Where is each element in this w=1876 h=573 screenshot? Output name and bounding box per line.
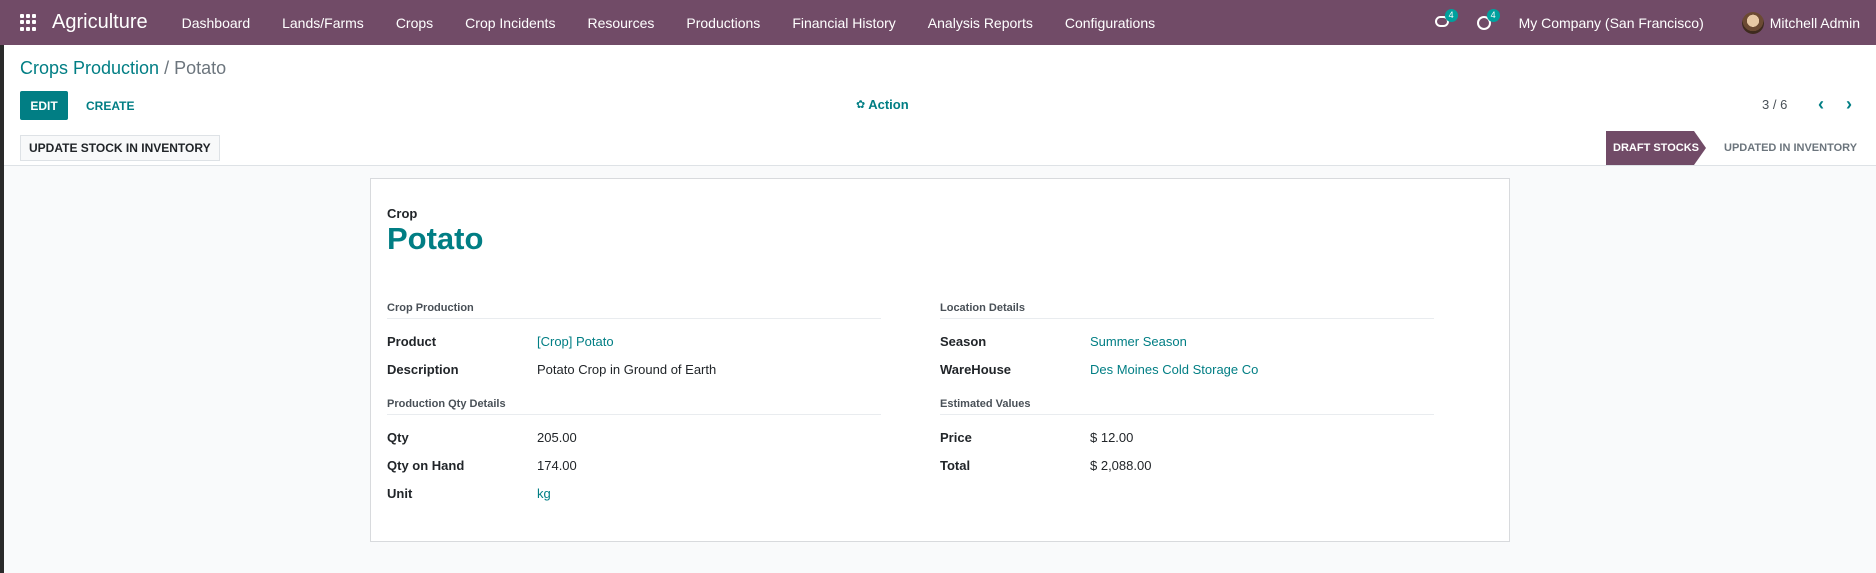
product-label: Product bbox=[387, 333, 437, 349]
description-value: Potato Crop in Ground of Earth bbox=[537, 361, 717, 377]
form-sheet: Crop Potato Crop Production Product [Cro… bbox=[370, 178, 1510, 542]
stage-draft-stocks[interactable]: DRAFT STOCKS bbox=[1606, 131, 1706, 165]
crop-production-heading: Crop Production bbox=[387, 302, 881, 319]
status-bar: UPDATE STOCK IN INVENTORY DRAFT STOCKS U… bbox=[4, 131, 1876, 166]
season-link[interactable]: Summer Season bbox=[1090, 334, 1187, 349]
breadcrumb-parent-link[interactable]: Crops Production bbox=[20, 58, 159, 78]
messages-badge: 4 bbox=[1444, 8, 1458, 22]
location-details-group: Location Details Season Summer Season Wa… bbox=[940, 302, 1434, 383]
action-label: Action bbox=[868, 97, 909, 112]
unit-link[interactable]: kg bbox=[537, 486, 551, 501]
edit-button[interactable]: EDIT bbox=[20, 91, 68, 120]
product-link[interactable]: [Crop] Potato bbox=[537, 334, 614, 349]
company-switcher[interactable]: My Company (San Francisco) bbox=[1519, 15, 1704, 31]
qty-label: Qty bbox=[387, 429, 409, 445]
update-stock-button[interactable]: UPDATE STOCK IN INVENTORY bbox=[20, 135, 220, 161]
top-navbar: Agriculture Dashboard Lands/Farms Crops … bbox=[0, 0, 1876, 45]
menu-item-analysis-reports[interactable]: Analysis Reports bbox=[912, 15, 1049, 31]
description-row: Description Potato Crop in Ground of Ear… bbox=[387, 355, 881, 383]
systray: 4 4 My Company (San Francisco) Mitchell … bbox=[1434, 0, 1876, 45]
price-label: Price bbox=[940, 429, 972, 445]
messages-icon[interactable]: 4 bbox=[1434, 8, 1458, 30]
price-value: $ 12.00 bbox=[1090, 429, 1134, 445]
app-brand[interactable]: Agriculture bbox=[52, 11, 148, 34]
crop-title: Potato bbox=[387, 221, 484, 256]
breadcrumb-separator: / bbox=[164, 58, 170, 78]
product-row: Product [Crop] Potato bbox=[387, 327, 881, 355]
create-button[interactable]: CREATE bbox=[80, 91, 140, 120]
main-menu: Dashboard Lands/Farms Crops Crop Inciden… bbox=[166, 15, 1172, 31]
estimated-values-group: Estimated Values Price $ 12.00 Total $ 2… bbox=[940, 398, 1434, 479]
warehouse-link[interactable]: Des Moines Cold Storage Co bbox=[1090, 362, 1258, 377]
breadcrumb-current: Potato bbox=[174, 58, 227, 78]
activities-clock-icon[interactable]: 4 bbox=[1476, 8, 1500, 30]
warehouse-label: WareHouse bbox=[940, 361, 1012, 377]
apps-grid-icon[interactable] bbox=[20, 13, 38, 32]
season-row: Season Summer Season bbox=[940, 327, 1434, 355]
user-menu[interactable]: Mitchell Admin bbox=[1770, 15, 1860, 31]
production-qty-group: Production Qty Details Qty 205.00 Qty on… bbox=[387, 398, 881, 507]
menu-item-lands-farms[interactable]: Lands/Farms bbox=[266, 15, 380, 31]
unit-row: Unit kg bbox=[387, 479, 881, 507]
total-row: Total $ 2,088.00 bbox=[940, 451, 1434, 479]
location-details-heading: Location Details bbox=[940, 302, 1434, 319]
menu-item-configurations[interactable]: Configurations bbox=[1049, 15, 1171, 31]
stage-updated-in-inventory[interactable]: UPDATED IN INVENTORY bbox=[1724, 131, 1857, 165]
description-label: Description bbox=[387, 361, 459, 377]
menu-item-resources[interactable]: Resources bbox=[571, 15, 670, 31]
production-qty-heading: Production Qty Details bbox=[387, 398, 881, 415]
crop-production-group: Crop Production Product [Crop] Potato De… bbox=[387, 302, 881, 383]
warehouse-row: WareHouse Des Moines Cold Storage Co bbox=[940, 355, 1434, 383]
total-value: $ 2,088.00 bbox=[1090, 457, 1152, 473]
qty-on-hand-label: Qty on Hand bbox=[387, 457, 465, 473]
qty-row: Qty 205.00 bbox=[387, 423, 881, 451]
menu-item-crops[interactable]: Crops bbox=[380, 15, 449, 31]
season-label: Season bbox=[940, 333, 987, 349]
qty-value: 205.00 bbox=[537, 429, 577, 445]
menu-item-dashboard[interactable]: Dashboard bbox=[166, 15, 267, 31]
unit-label: Unit bbox=[387, 485, 413, 501]
menu-item-crop-incidents[interactable]: Crop Incidents bbox=[449, 15, 571, 31]
menu-item-productions[interactable]: Productions bbox=[670, 15, 776, 31]
price-row: Price $ 12.00 bbox=[940, 423, 1434, 451]
estimated-values-heading: Estimated Values bbox=[940, 398, 1434, 415]
activities-badge: 4 bbox=[1486, 8, 1500, 22]
crop-label: Crop bbox=[387, 206, 418, 221]
gear-icon: ✿ bbox=[856, 99, 866, 111]
pager-previous-icon[interactable]: ‹ bbox=[1818, 94, 1824, 115]
qty-on-hand-row: Qty on Hand 174.00 bbox=[387, 451, 881, 479]
qty-on-hand-value: 174.00 bbox=[537, 457, 577, 473]
breadcrumb: Crops Production / Potato bbox=[20, 58, 226, 79]
pager-value[interactable]: 3 / 6 bbox=[1762, 97, 1787, 112]
user-avatar[interactable] bbox=[1741, 11, 1764, 34]
control-panel: Crops Production / Potato EDIT CREATE ✿ … bbox=[4, 45, 1876, 132]
pager-next-icon[interactable]: › bbox=[1846, 94, 1852, 115]
menu-item-financial-history[interactable]: Financial History bbox=[776, 15, 911, 31]
total-label: Total bbox=[940, 457, 971, 473]
action-dropdown[interactable]: ✿ Action bbox=[856, 97, 909, 112]
